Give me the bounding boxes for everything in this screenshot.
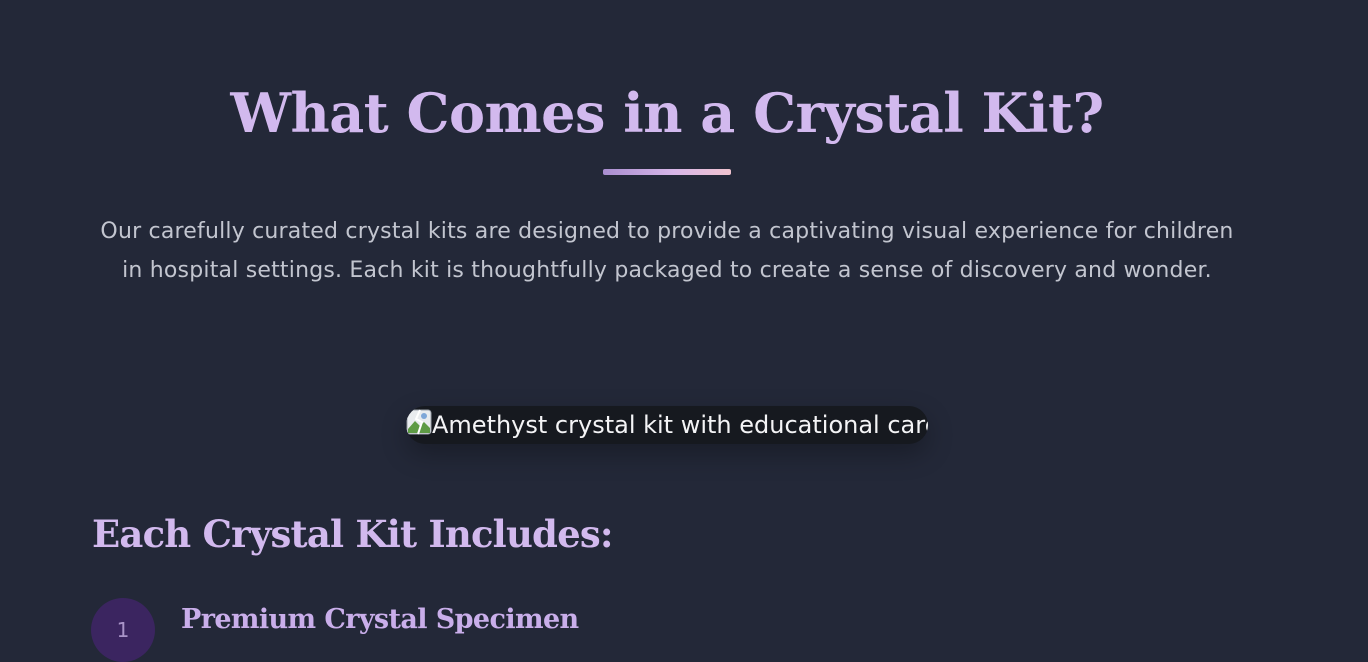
title-underline [603, 169, 731, 175]
crystal-kit-section: What Comes in a Crystal Kit? Our careful… [0, 0, 1368, 662]
kit-image: Amethyst crystal kit with educational ca… [406, 406, 928, 444]
item-title: Premium Crystal Specimen [181, 604, 579, 635]
item-number-badge: 1 [91, 598, 155, 662]
page-title: What Comes in a Crystal Kit? [230, 81, 1104, 145]
includes-heading: Each Crystal Kit Includes: [92, 512, 614, 556]
intro-paragraph: Our carefully curated crystal kits are d… [100, 219, 1234, 283]
broken-image-icon [406, 409, 432, 435]
image-alt-text: Amethyst crystal kit with educational ca… [432, 411, 928, 439]
